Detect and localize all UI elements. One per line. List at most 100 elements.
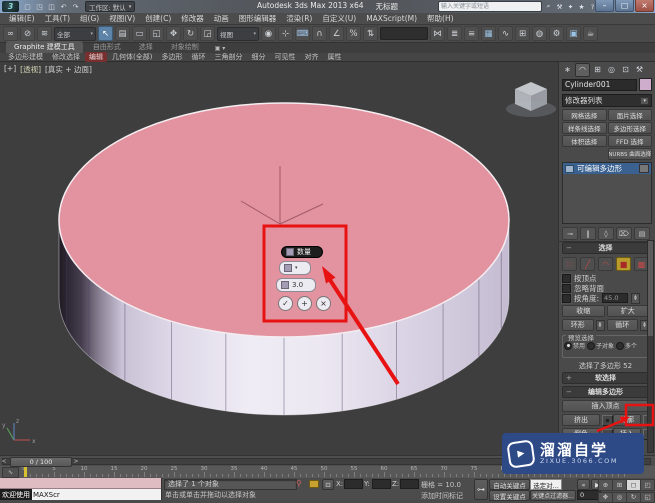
select-move-icon[interactable]: ✥	[166, 26, 181, 41]
named-selection-set-field[interactable]	[380, 27, 428, 40]
caddy-cancel-button[interactable]: ×	[316, 296, 331, 311]
menu-item[interactable]: 自定义(U)	[317, 13, 361, 24]
favorites-icon[interactable]: ★	[577, 2, 586, 11]
object-color-swatch[interactable]	[639, 78, 652, 91]
edit-poly-button[interactable]: 轮廓	[613, 414, 641, 426]
remove-modifier-icon[interactable]: ⌦	[616, 227, 632, 240]
absolute-offset-toggle-icon[interactable]: ⊡	[322, 479, 334, 490]
edit-poly-button[interactable]: 挤出	[562, 414, 600, 426]
select-and-link-icon[interactable]: ∞	[3, 26, 18, 41]
x-coordinate-field[interactable]	[344, 479, 363, 489]
orbit-icon[interactable]: ↻	[626, 492, 641, 503]
select-object-icon[interactable]: ↖	[98, 26, 113, 41]
grow-button[interactable]: 扩大	[607, 305, 650, 317]
open-file-icon[interactable]: ◳	[34, 2, 45, 12]
maximize-button[interactable]: □	[615, 0, 634, 12]
undo-icon[interactable]: ↶	[58, 2, 69, 12]
configure-modifier-sets-icon[interactable]: ▤	[634, 227, 650, 240]
curve-editor-icon[interactable]: ∿	[498, 26, 513, 41]
maxscript-mini-listener[interactable]: 欢迎使用 MAXScr	[0, 478, 162, 500]
percent-snap-icon[interactable]: %	[346, 26, 361, 41]
select-rotate-icon[interactable]: ↻	[183, 26, 198, 41]
window-crossing-icon[interactable]: ◱	[149, 26, 164, 41]
ribbon-panel-item[interactable]: 循环	[187, 52, 209, 62]
viewport[interactable]: xyz [+] [透视] [真实 + 边面] 数量 ▾ 3.0 ✓ + ×	[0, 62, 558, 455]
menu-item[interactable]: 图形编辑器	[234, 13, 282, 24]
rect-region-icon[interactable]: ▭	[132, 26, 147, 41]
menu-item[interactable]: 帮助(H)	[422, 13, 459, 24]
ribbon-panel-item[interactable]: 多边形	[157, 52, 186, 62]
time-slider-handle[interactable]: 0 / 100	[10, 457, 72, 467]
bind-spacewarp-icon[interactable]: ≋	[37, 26, 52, 41]
by-angle-spinner[interactable]: ▲▼	[631, 293, 640, 304]
soft-selection-rollout-header[interactable]: + 软选择	[562, 372, 649, 384]
viewport-shading-label[interactable]: [真实 + 边面]	[45, 64, 92, 75]
current-frame-marker[interactable]	[24, 467, 27, 477]
viewport-menu-plus[interactable]: [+]	[4, 64, 16, 75]
snap-3d-icon[interactable]: ∩	[312, 26, 327, 41]
menu-item[interactable]: 组(G)	[75, 13, 104, 24]
maximize-viewport-icon[interactable]: ◱	[640, 492, 655, 503]
zoom-extents-icon[interactable]: ◻	[626, 479, 641, 491]
ribbon-panel-item[interactable]: 编辑	[85, 52, 107, 62]
menu-item[interactable]: 视图(V)	[104, 13, 140, 24]
ribbon-panel-item[interactable]: 修改选择	[48, 52, 84, 62]
modifier-set-button[interactable]: 体积选择	[562, 135, 607, 147]
render-production-icon[interactable]: ☕	[583, 26, 598, 41]
menu-item[interactable]: 工具(T)	[40, 13, 75, 24]
field-of-view-icon[interactable]: ◎	[612, 492, 627, 503]
menu-item[interactable]: 创建(C)	[140, 13, 176, 24]
previous-frame-icon[interactable]: «	[577, 479, 590, 490]
stack-item-editable-poly[interactable]: 可编辑多边形	[563, 163, 651, 174]
modifier-list-dropdown[interactable]: 修改器列表 ▾	[562, 94, 652, 107]
rendered-frame-icon[interactable]: ▣	[566, 26, 581, 41]
align-icon[interactable]: ≣	[447, 26, 462, 41]
max-logo-icon[interactable]: 3	[2, 1, 19, 12]
ring-button[interactable]: 环形	[562, 319, 594, 331]
pan-icon[interactable]: ✥	[598, 492, 613, 503]
show-end-result-icon[interactable]: ‖	[580, 227, 596, 240]
menu-item[interactable]: MAXScript(M)	[361, 14, 422, 23]
isolate-pin-icon[interactable]: ⚲	[296, 479, 302, 488]
auto-key-button[interactable]: 自动关键点	[489, 479, 530, 490]
modifier-set-button[interactable]: FFD 选择	[608, 135, 653, 147]
ring-spinner[interactable]: ▲▼	[596, 320, 605, 331]
save-file-icon[interactable]: ◫	[46, 2, 57, 12]
set-key-button[interactable]: 设置关键点	[489, 490, 530, 501]
menu-item[interactable]: 渲染(R)	[281, 13, 317, 24]
keyboard-override-icon[interactable]: ⌨	[295, 26, 310, 41]
infocenter-search-input[interactable]	[438, 1, 542, 12]
redo-icon[interactable]: ↷	[70, 2, 81, 12]
search-icon[interactable]: ⌕	[544, 2, 553, 11]
modifier-stack[interactable]: 可编辑多边形	[562, 162, 652, 224]
menu-item[interactable]: 编辑(E)	[4, 13, 40, 24]
selection-set-dropdown[interactable]: 选定对...	[530, 479, 562, 490]
ribbon-panel-item[interactable]: 细分	[247, 52, 269, 62]
hierarchy-tab-icon[interactable]: ⊞	[591, 64, 604, 76]
display-tab-icon[interactable]: ⊡	[619, 64, 632, 76]
select-manipulate-icon[interactable]: ⊹	[278, 26, 293, 41]
workspace-dropdown[interactable]: 工作区: 默认 ▾	[85, 1, 135, 12]
select-scale-icon[interactable]: ◲	[200, 26, 215, 41]
ribbon-panel-item[interactable]: 可见性	[270, 52, 299, 62]
by-angle-field[interactable]: 45.0	[602, 293, 628, 303]
motion-tab-icon[interactable]: ◎	[605, 64, 618, 76]
make-unique-icon[interactable]: ◊	[598, 227, 614, 240]
border-subobject-icon[interactable]: ◠	[598, 257, 613, 271]
panel-scrollbar[interactable]	[647, 240, 654, 453]
new-scene-icon[interactable]: ▢	[22, 2, 33, 12]
material-editor-icon[interactable]: ◍	[532, 26, 547, 41]
viewport-pov-label[interactable]: [透视]	[20, 64, 41, 75]
spinner-snap-icon[interactable]: ⇅	[363, 26, 378, 41]
create-tab-icon[interactable]: ∗	[561, 64, 574, 76]
reference-coordinate-dropdown[interactable]: 视图▾	[217, 27, 259, 41]
selection-filter-dropdown[interactable]: 全部▾	[54, 27, 96, 41]
zoom-icon[interactable]: ⊕	[598, 479, 613, 491]
y-coordinate-field[interactable]	[372, 479, 391, 489]
vertex-subobject-icon[interactable]: ∷	[562, 257, 577, 271]
by-angle-checkbox[interactable]	[562, 294, 571, 303]
object-name-field[interactable]: Cylinder001	[562, 79, 637, 91]
menu-item[interactable]: 动画	[209, 13, 234, 24]
modifier-set-button[interactable]: NURBS 曲面选择	[608, 148, 653, 160]
modifier-set-button[interactable]: 多边形选择	[608, 122, 653, 134]
